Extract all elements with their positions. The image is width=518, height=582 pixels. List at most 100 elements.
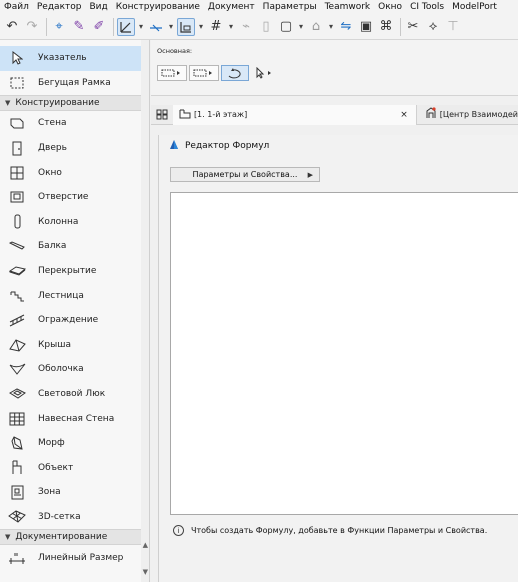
dimension-icon (8, 550, 26, 566)
menu-file[interactable]: Файл (4, 2, 29, 12)
tool-window[interactable]: Окно (0, 160, 149, 185)
rotate-mode-button[interactable] (221, 65, 249, 81)
tool-stair[interactable]: Лестница (0, 283, 149, 308)
grid-snap-icon[interactable]: # (207, 18, 225, 36)
toolbar-divider (113, 17, 114, 36)
tab-label: [1. 1-й этаж] (193, 110, 248, 119)
tool-label: Бегущая Рамка (38, 77, 111, 88)
pin-icon[interactable]: ⊤ (444, 18, 462, 36)
suspend-groups-icon[interactable]: ⌁ (237, 18, 255, 36)
formula-editor-icon (169, 139, 179, 153)
chevron-down-icon[interactable]: ▾ (167, 18, 175, 36)
tool-zone[interactable]: Зона (0, 480, 149, 505)
door-icon (8, 140, 26, 156)
trace-icon[interactable]: ▯ (257, 18, 275, 36)
tool-marquee[interactable]: Бегущая Рамка (0, 71, 149, 96)
menu-modelport[interactable]: ModelPort (452, 2, 497, 12)
guide-lines-icon[interactable] (117, 17, 135, 36)
chevron-down-icon[interactable]: ▾ (327, 18, 335, 36)
chevron-down-icon[interactable]: ▾ (297, 18, 305, 36)
chevron-down-icon[interactable]: ▾ (137, 18, 145, 36)
pointer-mode-button[interactable] (251, 65, 277, 81)
menu-teamwork[interactable]: Teamwork (325, 2, 371, 12)
syringe-icon[interactable]: ✐ (90, 18, 108, 36)
tool-mesh[interactable]: 3D-сетка (0, 505, 149, 530)
group-design[interactable]: ▼ Конструирование (0, 95, 149, 112)
undo-icon[interactable]: ↶ (3, 18, 21, 36)
layer-view-icon[interactable]: ▢ (277, 18, 295, 36)
explode-icon[interactable]: ⟡ (424, 18, 442, 36)
menu-design[interactable]: Конструирование (116, 2, 200, 12)
tool-label: Отверстие (38, 192, 89, 203)
toolbox-scrollbar[interactable] (141, 40, 149, 582)
chevron-down-icon: ▼ (5, 99, 11, 108)
pick-up-parameters-icon[interactable]: ⌖ (50, 18, 68, 36)
chevron-down-icon[interactable]: ▾ (227, 18, 235, 36)
beam-icon (8, 238, 26, 254)
menu-document[interactable]: Документ (208, 2, 255, 12)
tool-object[interactable]: Объект (0, 456, 149, 481)
toolbar-divider (46, 17, 47, 36)
tool-column[interactable]: Колонна (0, 210, 149, 235)
window-icon (8, 165, 26, 181)
scroll-down-icon[interactable]: ▼ (143, 568, 148, 576)
tool-wall[interactable]: Стена (0, 111, 149, 136)
tab-organizer[interactable]: [Центр Взаимодей (417, 107, 518, 122)
tool-door[interactable]: Дверь (0, 136, 149, 161)
close-icon[interactable]: × (400, 110, 408, 120)
tool-label: Перекрытие (38, 266, 97, 277)
tool-roof[interactable]: Крыша (0, 333, 149, 358)
selection-method-button[interactable] (157, 65, 187, 81)
menu-window[interactable]: Окно (378, 2, 402, 12)
toolbox-panel: Указатель Бегущая Рамка ▼ Конструировани… (0, 40, 150, 582)
tool-label: Крыша (38, 339, 71, 350)
main-toolbar: ↶ ↷ ⌖ ✎ ✐ ▾ ▾ ▾ # ▾ ⌁ ▯ ▢ ▾ ⌂ ▾ ⇋ ▣ ⌘ ✂ … (0, 14, 518, 40)
tool-opening[interactable]: Отверстие (0, 185, 149, 210)
graphic-override-icon[interactable]: ▣ (357, 18, 375, 36)
tool-arrow[interactable]: Указатель (0, 46, 149, 71)
renovation-filter-icon[interactable]: ⌘ (377, 18, 395, 36)
hint-row: i Чтобы создать Формулу, добавьте в Функ… (173, 525, 487, 536)
parameters-properties-button[interactable]: Параметры и Свойства... ▶ (170, 167, 320, 182)
scissors-icon[interactable]: ✂ (404, 18, 422, 36)
tool-label: Ограждение (38, 315, 99, 326)
lock-icon[interactable]: ⌂ (307, 18, 325, 36)
menu-ci-tools[interactable]: CI Tools (410, 2, 444, 12)
panel-title: Редактор Формул (185, 141, 270, 151)
tool-label: Навесная Стена (38, 413, 115, 424)
tool-curtain-wall[interactable]: Навесная Стена (0, 406, 149, 431)
formula-text-area[interactable] (170, 192, 518, 515)
marquee-mode-button[interactable] (189, 65, 219, 81)
tool-railing[interactable]: Ограждение (0, 308, 149, 333)
column-icon (8, 214, 26, 230)
group-label: Документирование (15, 532, 108, 543)
formula-editor-panel: Редактор Формул Параметры и Свойства... … (158, 135, 518, 582)
chevron-down-icon[interactable]: ▾ (197, 18, 205, 36)
trace-reference-icon[interactable]: ⇋ (337, 18, 355, 36)
tool-label: Объект (38, 462, 74, 473)
grid-icon[interactable] (155, 109, 169, 121)
tool-skylight[interactable]: Световой Люк (0, 382, 149, 407)
tool-morph[interactable]: Морф (0, 431, 149, 456)
tool-beam[interactable]: Балка (0, 234, 149, 259)
snap-points-icon[interactable] (177, 17, 195, 36)
tool-dimension[interactable]: Линейный Размер (0, 545, 149, 570)
tab-floor-plan[interactable]: [1. 1-й этаж] × (172, 104, 417, 125)
tool-label: Световой Люк (38, 389, 106, 400)
menu-view[interactable]: Вид (89, 2, 107, 12)
opening-icon (8, 189, 26, 205)
marquee-icon (8, 75, 26, 91)
snap-guides-icon[interactable] (147, 18, 165, 36)
tool-slab[interactable]: Перекрытие (0, 259, 149, 284)
redo-icon[interactable]: ↷ (23, 18, 41, 36)
eyedropper-icon[interactable]: ✎ (70, 18, 88, 36)
menu-bar: Файл Редактор Вид Конструирование Докуме… (0, 0, 518, 14)
menu-edit[interactable]: Редактор (37, 2, 82, 12)
tool-shell[interactable]: Оболочка (0, 357, 149, 382)
scroll-up-icon[interactable]: ▲ (143, 541, 148, 549)
group-documentation[interactable]: ▼ Документирование (0, 529, 149, 546)
menu-options[interactable]: Параметры (263, 2, 317, 12)
tool-label: Лестница (38, 290, 84, 301)
roof-icon (8, 337, 26, 353)
slab-icon (8, 263, 26, 279)
